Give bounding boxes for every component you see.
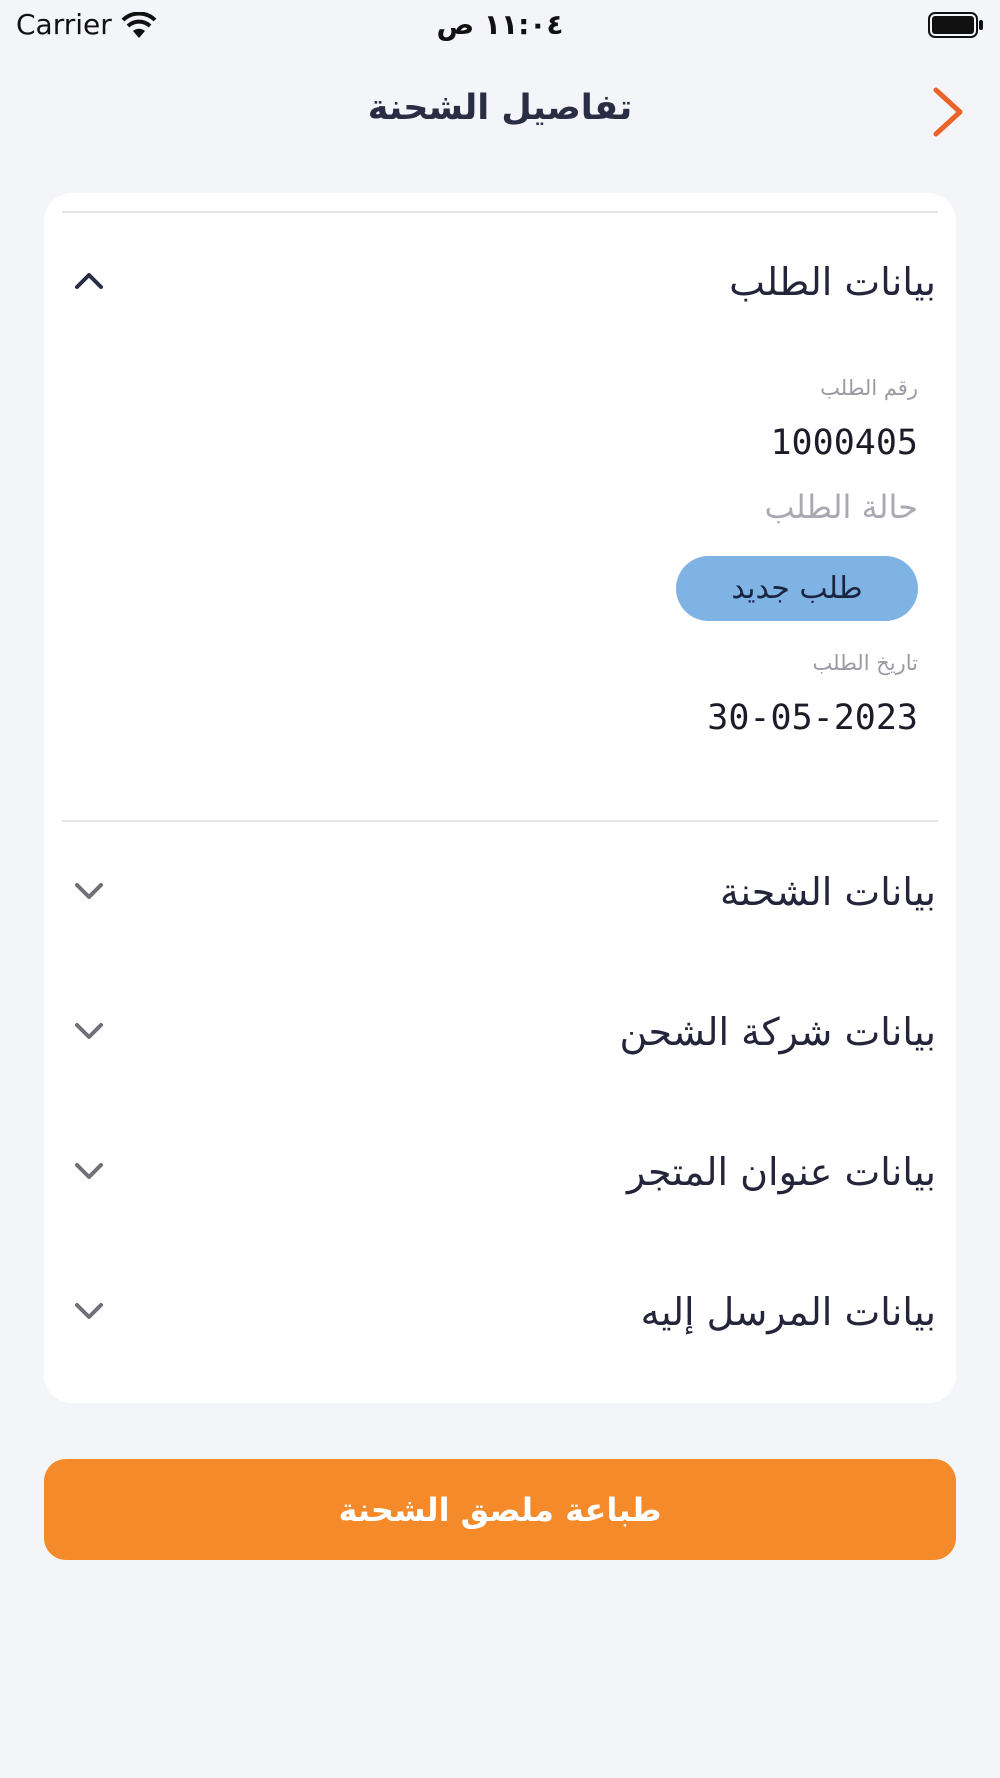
divider [62,211,938,213]
section-title: بيانات عنوان المتجر [626,1150,936,1194]
order-date-value: 30-05-2023 [707,698,918,738]
section-title: بيانات المرسل إليه [640,1290,936,1334]
section-order-header[interactable]: بيانات الطلب [44,238,956,338]
section-shipment-header[interactable]: بيانات الشحنة [44,848,956,948]
chevron-down-icon[interactable] [72,1298,106,1324]
section-title: بيانات شركة الشحن [619,1010,936,1054]
print-label-button[interactable]: طباعة ملصق الشحنة [44,1459,956,1560]
chevron-right-icon[interactable] [918,82,972,142]
section-store-address-header[interactable]: بيانات عنوان المتجر [44,1128,956,1228]
clock: ١١:٠٤ ص [436,8,564,41]
order-number-value: 1000405 [770,423,918,463]
divider [62,820,938,822]
battery-icon [928,12,983,38]
chevron-up-icon[interactable] [72,268,106,294]
chevron-down-icon[interactable] [72,1158,106,1184]
section-recipient-header[interactable]: بيانات المرسل إليه [44,1268,956,1368]
page-title: تفاصيل الشحنة [367,88,633,128]
nav-bar: تفاصيل الشحنة [0,70,1000,156]
section-title: بيانات الطلب [729,260,936,304]
order-date-label: تاريخ الطلب [812,651,919,675]
shipment-details-card: بيانات الطلب رقم الطلب 1000405 حالة الطل… [44,193,956,1403]
status-bar: Carrier ١١:٠٤ ص [0,0,1000,52]
section-title: بيانات الشحنة [719,870,936,914]
order-status-label: حالة الطلب [764,488,918,526]
chevron-down-icon[interactable] [72,1018,106,1044]
order-number-label: رقم الطلب [820,376,918,400]
chevron-down-icon[interactable] [72,878,106,904]
section-shipping-company-header[interactable]: بيانات شركة الشحن [44,988,956,1088]
status-badge: طلب جديد [676,556,918,621]
